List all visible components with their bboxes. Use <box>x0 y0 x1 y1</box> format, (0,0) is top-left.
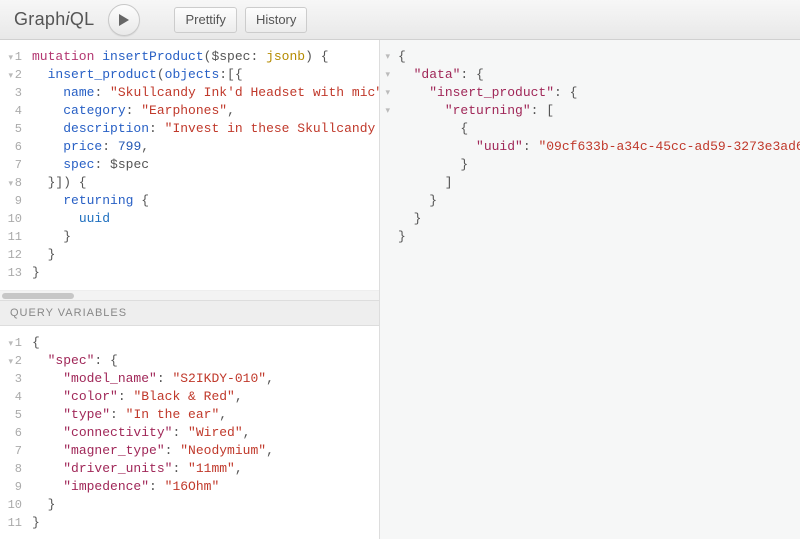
logo-text-suffix: QL <box>70 9 95 29</box>
run-button[interactable] <box>108 4 140 36</box>
toolbar: GraphiQL Prettify History <box>0 0 800 40</box>
history-button[interactable]: History <box>245 7 307 33</box>
query-variables-header[interactable]: QUERY VARIABLES <box>0 300 379 326</box>
logo-text-prefix: Graph <box>14 9 66 29</box>
left-panel: ▾1▾234567▾8910111213 mutation insertProd… <box>0 40 380 539</box>
prettify-button[interactable]: Prettify <box>174 7 236 33</box>
app-logo: GraphiQL <box>8 9 100 30</box>
query-editor[interactable]: ▾1▾234567▾8910111213 mutation insertProd… <box>0 40 379 300</box>
main: ▾1▾234567▾8910111213 mutation insertProd… <box>0 40 800 539</box>
play-icon <box>118 13 130 27</box>
horizontal-scrollbar[interactable] <box>0 290 379 300</box>
variables-editor[interactable]: ▾1▾234567891011 { "spec": { "model_name"… <box>0 326 379 540</box>
result-pane[interactable]: ▾▾▾▾ { "data": { "insert_product": { "re… <box>380 40 800 539</box>
